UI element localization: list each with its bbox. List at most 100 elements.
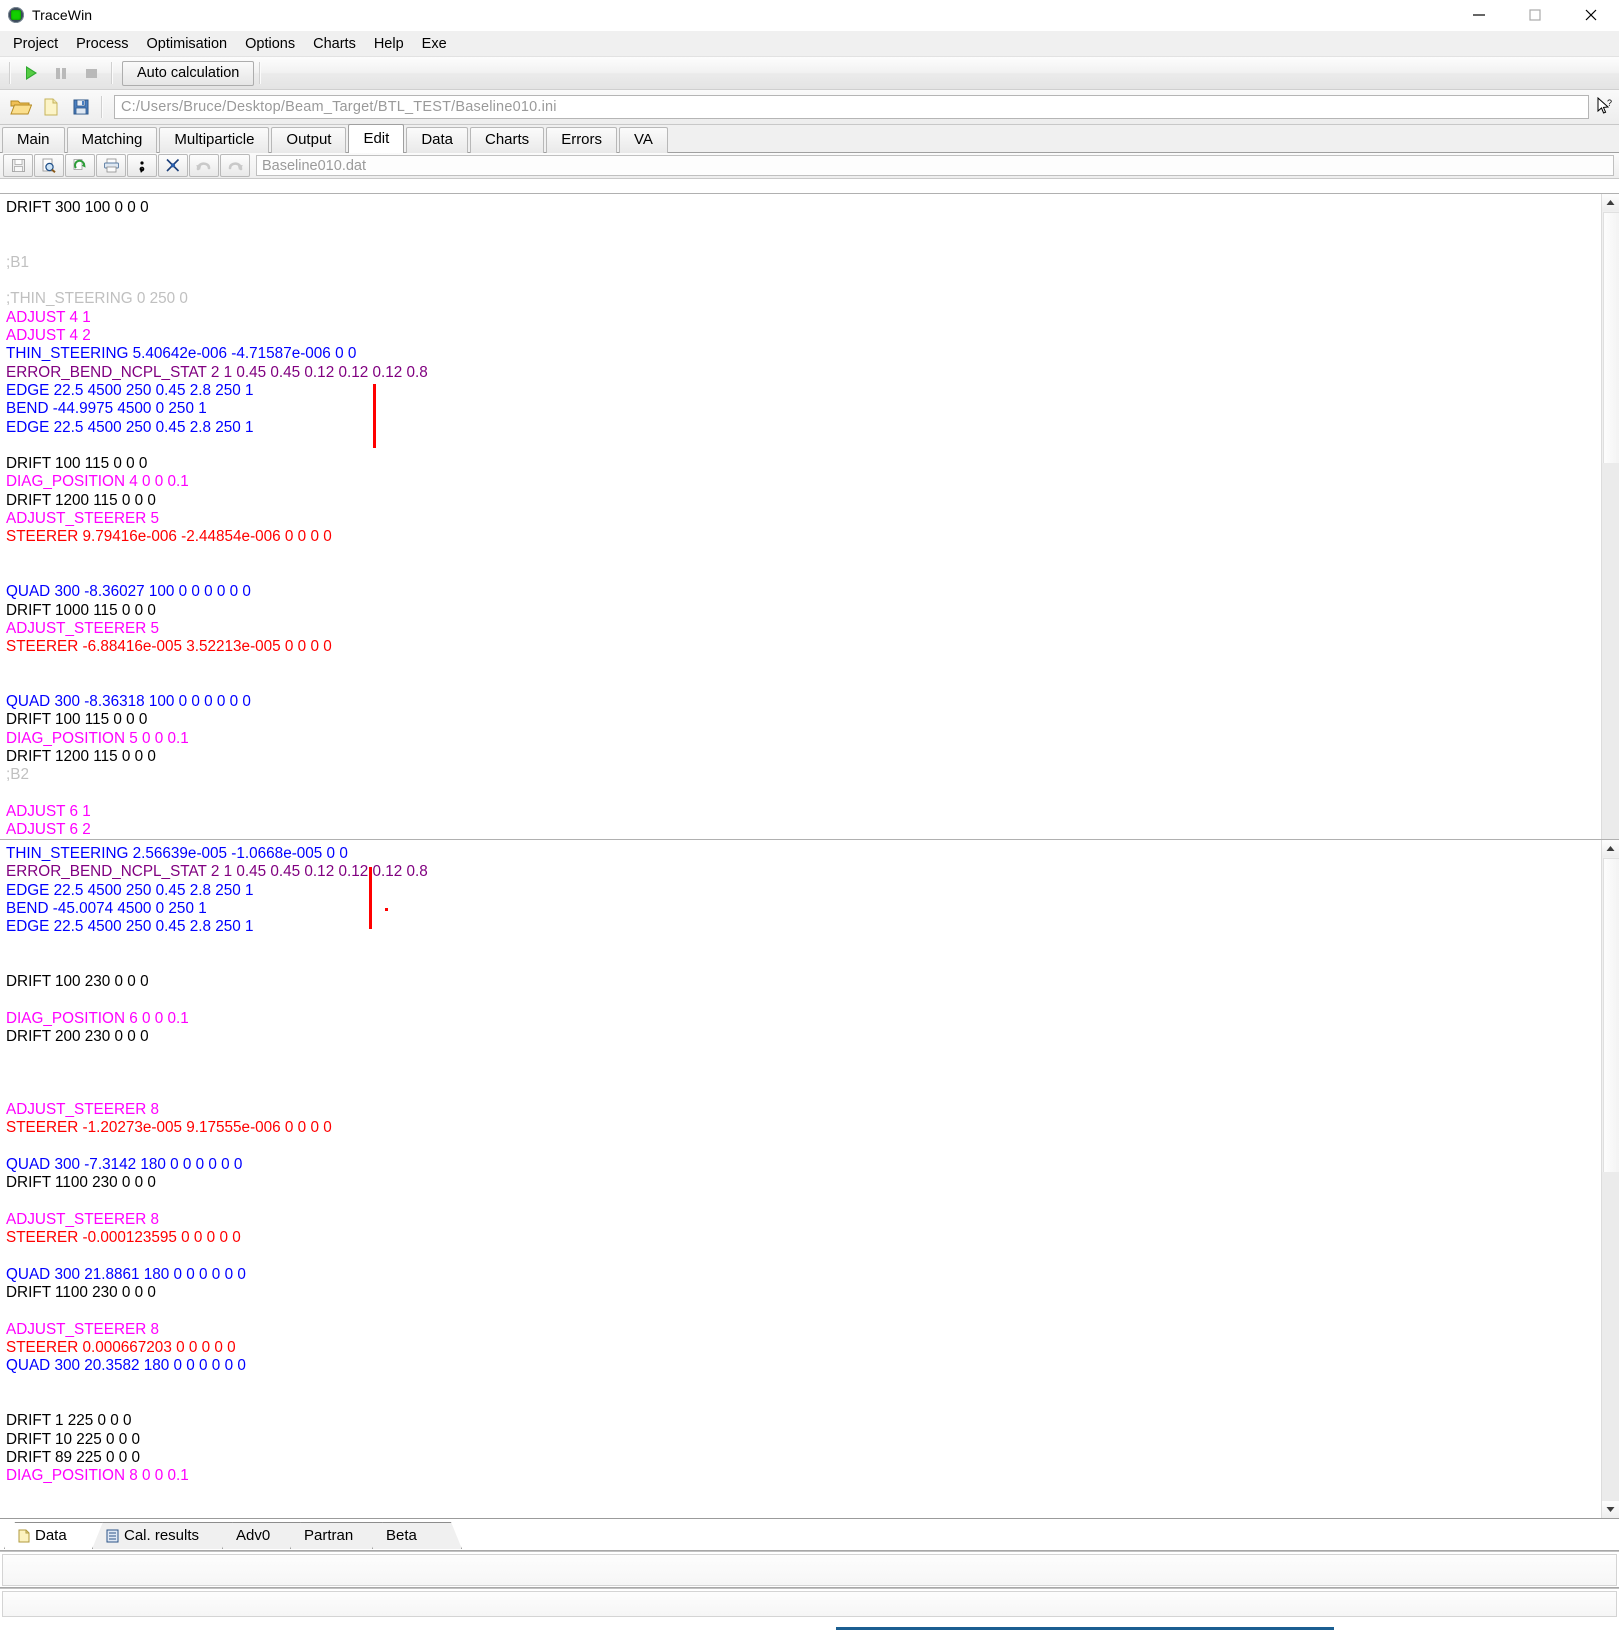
pause-button[interactable] — [46, 59, 76, 87]
undo-icon[interactable] — [189, 154, 219, 177]
code-line: ;B1 — [6, 254, 428, 272]
code-line: DRIFT 1200 115 0 0 0 — [6, 748, 428, 766]
project-path-input[interactable]: C:/Users/Bruce/Desktop/Beam_Target/BTL_T… — [114, 95, 1589, 119]
scroll-track-top[interactable] — [1602, 463, 1619, 839]
close-button[interactable] — [1563, 0, 1619, 30]
code-line — [6, 785, 428, 803]
redo-icon[interactable] — [220, 154, 250, 177]
new-file-icon[interactable] — [36, 93, 66, 121]
code-line: DRIFT 100 230 0 0 0 — [6, 973, 428, 991]
code-line: QUAD 300 -7.3142 180 0 0 0 0 0 0 — [6, 1156, 428, 1174]
code-line — [6, 547, 428, 565]
code-line: DRIFT 1200 115 0 0 0 — [6, 492, 428, 510]
filename-input[interactable]: Baseline010.dat — [256, 155, 1614, 176]
code-line — [6, 1376, 428, 1394]
main-tab-strip: Main Matching Multiparticle Output Edit … — [0, 125, 1619, 153]
menu-item-process[interactable]: Process — [67, 34, 137, 54]
bottom-tab-label: Beta — [386, 1527, 417, 1544]
toolbar-separator-1 — [9, 62, 11, 84]
tab-charts[interactable]: Charts — [470, 127, 544, 153]
scroll-track-bottom[interactable] — [1602, 1172, 1619, 1501]
code-line: ;THIN_STEERING 0 250 0 — [6, 290, 428, 308]
code-line: STEERER -1.20273e-005 9.17555e-006 0 0 0… — [6, 1119, 428, 1137]
editor-scrollbar-top[interactable] — [1601, 194, 1619, 839]
minimize-button[interactable] — [1451, 0, 1507, 30]
bottom-tab-label: Cal. results — [124, 1527, 199, 1544]
status-separator-mid — [0, 1587, 1619, 1589]
code-line — [6, 991, 428, 1009]
scroll-down-arrow-bottom[interactable] — [1602, 1501, 1619, 1518]
code-line: QUAD 300 21.8861 180 0 0 0 0 0 0 — [6, 1266, 428, 1284]
code-line — [6, 1138, 428, 1156]
code-line: ADJUST 4 1 — [6, 309, 428, 327]
tab-multiparticle[interactable]: Multiparticle — [159, 127, 269, 153]
status-message-field — [2, 1554, 1617, 1586]
play-button[interactable] — [16, 59, 46, 87]
save-icon[interactable] — [3, 154, 33, 177]
tab-errors[interactable]: Errors — [546, 127, 617, 153]
code-line — [6, 437, 428, 455]
menu-item-optimisation[interactable]: Optimisation — [138, 34, 237, 54]
tab-main[interactable]: Main — [2, 127, 65, 153]
code-line: QUAD 300 20.3582 180 0 0 0 0 0 0 — [6, 1357, 428, 1375]
editor-text-bottom[interactable]: THIN_STEERING 2.56639e-005 -1.0668e-005 … — [6, 845, 428, 1518]
window-controls — [1451, 0, 1619, 30]
editor-text-top[interactable]: DRIFT 300 100 0 0 0 ;B1 ;THIN_STEERING 0… — [6, 199, 428, 839]
run-toolbar: Auto calculation — [0, 57, 1619, 90]
menu-item-exe[interactable]: Exe — [413, 34, 456, 54]
stop-button[interactable] — [76, 59, 106, 87]
code-line: ADJUST_STEERER 8 — [6, 1101, 428, 1119]
code-line: DRIFT 300 100 0 0 0 — [6, 199, 428, 217]
tab-data[interactable]: Data — [406, 127, 468, 153]
tab-va[interactable]: VA — [619, 127, 668, 153]
auto-calculation-button[interactable]: Auto calculation — [122, 61, 254, 86]
code-line — [6, 656, 428, 674]
semicolon-icon[interactable] — [127, 154, 157, 177]
menu-item-help[interactable]: Help — [365, 34, 413, 54]
preview-search-icon[interactable] — [34, 154, 64, 177]
bottom-tab-strip: Data Cal. results Adv0 Partran Beta — [0, 1518, 1619, 1551]
editor-split-container: DRIFT 300 100 0 0 0 ;B1 ;THIN_STEERING 0… — [0, 193, 1619, 1518]
scroll-up-arrow-top[interactable] — [1602, 194, 1619, 211]
editor-pane-bottom[interactable]: THIN_STEERING 2.56639e-005 -1.0668e-005 … — [0, 839, 1619, 1518]
open-folder-icon[interactable] — [6, 93, 36, 121]
code-line — [6, 675, 428, 693]
code-line: ADJUST_STEERER 5 — [6, 620, 428, 638]
code-line: ADJUST_STEERER 5 — [6, 510, 428, 528]
editor-pane-top[interactable]: DRIFT 300 100 0 0 0 ;B1 ;THIN_STEERING 0… — [0, 193, 1619, 839]
code-line — [6, 1394, 428, 1412]
tracewin-app-icon — [8, 7, 24, 23]
code-line: DRIFT 1100 230 0 0 0 — [6, 1284, 428, 1302]
scroll-thumb-bottom[interactable] — [1603, 858, 1619, 1173]
refresh-icon[interactable] — [65, 154, 95, 177]
editor-scrollbar-bottom[interactable] — [1601, 840, 1619, 1518]
code-line: ADJUST_STEERER 8 — [6, 1211, 428, 1229]
menu-item-options[interactable]: Options — [236, 34, 304, 54]
maximize-button[interactable] — [1507, 0, 1563, 30]
scroll-thumb-top[interactable] — [1603, 212, 1619, 464]
tab-edit[interactable]: Edit — [348, 124, 404, 153]
code-line: THIN_STEERING 2.56639e-005 -1.0668e-005 … — [6, 845, 428, 863]
code-line: STEERER 0.000667203 0 0 0 0 0 — [6, 1339, 428, 1357]
scroll-up-arrow-bottom[interactable] — [1602, 840, 1619, 857]
tab-matching[interactable]: Matching — [67, 127, 158, 153]
help-pointer-icon[interactable]: ? — [1593, 97, 1619, 117]
code-line: DIAG_POSITION 5 0 0 0.1 — [6, 730, 428, 748]
cut-scissors-icon[interactable] — [158, 154, 188, 177]
code-line: DIAG_POSITION 8 0 0 0.1 — [6, 1467, 428, 1485]
menu-item-charts[interactable]: Charts — [304, 34, 365, 54]
bottom-tab-beta[interactable]: Beta — [372, 1522, 462, 1549]
save-disk-icon[interactable] — [66, 93, 96, 121]
code-line — [6, 272, 428, 290]
code-line: EDGE 22.5 4500 250 0.45 2.8 250 1 — [6, 419, 428, 437]
print-icon[interactable] — [96, 154, 126, 177]
code-line: ERROR_BEND_NCPL_STAT 2 1 0.45 0.45 0.12 … — [6, 364, 428, 382]
code-line — [6, 236, 428, 254]
code-line: ADJUST 4 2 — [6, 327, 428, 345]
progress-bar — [836, 1627, 1334, 1630]
menu-item-project[interactable]: Project — [4, 34, 67, 54]
tab-output[interactable]: Output — [271, 127, 346, 153]
code-line: EDGE 22.5 4500 250 0.45 2.8 250 1 — [6, 382, 428, 400]
code-line: ERROR_BEND_NCPL_STAT 2 1 0.45 0.45 0.12 … — [6, 863, 428, 881]
code-line: DRIFT 1000 115 0 0 0 — [6, 602, 428, 620]
